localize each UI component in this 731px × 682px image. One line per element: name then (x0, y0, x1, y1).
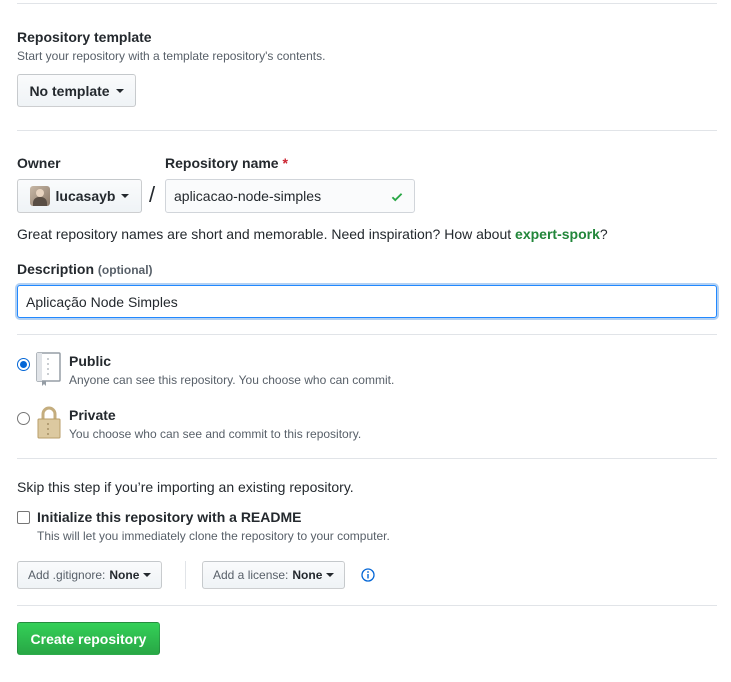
description-label: Description (optional) (17, 261, 153, 277)
repo-icon (36, 352, 61, 386)
divider (17, 130, 717, 131)
repo-name-suggestion: Great repository names are short and mem… (17, 226, 608, 242)
divider (17, 334, 717, 335)
check-icon (391, 193, 403, 202)
chevron-down-icon (143, 573, 152, 577)
private-radio[interactable] (17, 412, 30, 425)
top-divider (17, 3, 717, 4)
import-note: Skip this step if you’re importing an ex… (17, 479, 354, 495)
repo-name-label-text: Repository name (165, 155, 279, 171)
suggestion-suffix: ? (599, 226, 608, 242)
private-label: Private (69, 407, 116, 423)
chevron-down-icon (121, 194, 130, 198)
license-prefix: Add a license: (213, 568, 289, 582)
readme-note: This will let you immediately clone the … (37, 529, 390, 543)
repo-name-label: Repository name * (165, 155, 288, 171)
repo-name-value: aplicacao-node-simples (174, 188, 322, 204)
chevron-down-icon (326, 573, 335, 577)
readme-checkbox[interactable] (17, 511, 30, 524)
template-description: Start your repository with a template re… (17, 49, 326, 63)
owner-label: Owner (17, 155, 61, 171)
readme-label: Initialize this repository with a README (37, 509, 302, 525)
owner-dropdown-button[interactable]: lucasayb (17, 179, 142, 213)
divider (17, 605, 717, 606)
public-label: Public (69, 353, 112, 369)
chevron-down-icon (115, 88, 124, 93)
public-radio[interactable] (17, 358, 30, 371)
info-icon[interactable] (361, 568, 375, 582)
owner-username: lucasayb (55, 188, 116, 204)
create-repository-button[interactable]: Create repository (17, 622, 160, 655)
repo-name-input[interactable]: aplicacao-node-simples (165, 179, 415, 213)
public-note: Anyone can see this repository. You choo… (69, 373, 395, 387)
optional-tag: (optional) (97, 263, 153, 277)
license-dropdown[interactable]: Add a license: None (202, 561, 346, 589)
vertical-divider (185, 561, 186, 589)
suggestion-link[interactable]: expert-spork (515, 226, 600, 242)
required-mark: * (282, 155, 288, 171)
description-input[interactable]: Aplicação Node Simples (17, 285, 717, 318)
lock-icon (37, 406, 61, 439)
suggestion-prefix: Great repository names are short and mem… (17, 226, 516, 242)
description-value: Aplicação Node Simples (26, 293, 178, 310)
template-dropdown-button[interactable]: No template (17, 74, 136, 107)
divider (17, 458, 717, 459)
owner-repo-separator: / (149, 182, 156, 207)
gitignore-value: None (109, 568, 140, 582)
private-note: You choose who can see and commit to thi… (69, 427, 362, 441)
gitignore-prefix: Add .gitignore: (28, 568, 106, 582)
template-dropdown-label: No template (29, 82, 110, 99)
template-heading: Repository template (17, 29, 152, 45)
gitignore-dropdown[interactable]: Add .gitignore: None (17, 561, 163, 589)
license-value: None (292, 568, 323, 582)
avatar (29, 186, 50, 206)
description-label-text: Description (17, 261, 95, 277)
